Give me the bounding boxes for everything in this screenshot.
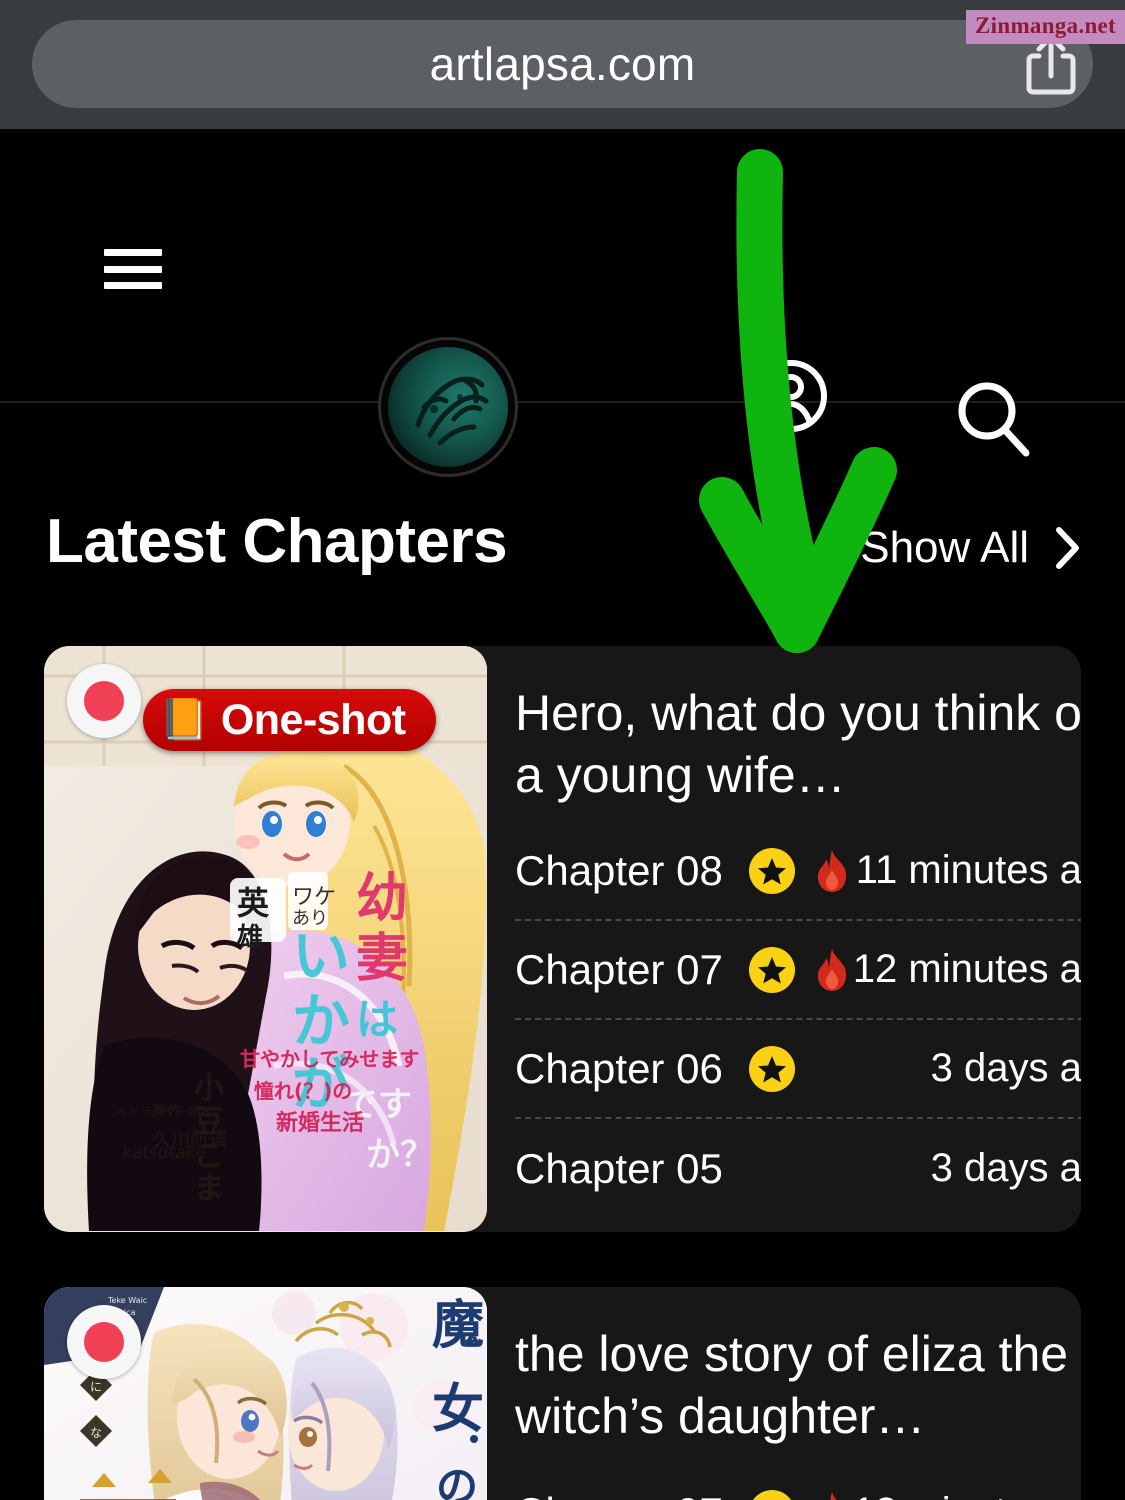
svg-text:幼: 幼 xyxy=(356,869,408,929)
manga-thumbnail[interactable]: 小 豆 こ ま 原作 久川航璃 キャラクター原案 katsutake 幼 妻 は xyxy=(44,646,487,1232)
manga-title[interactable]: the love story of eliza the witch’s daug… xyxy=(515,1323,1081,1447)
chapter-badges xyxy=(748,1045,795,1092)
manga-thumbnail[interactable]: Teke Waic Seanica xyxy=(44,1287,487,1500)
chapter-badges xyxy=(748,946,853,993)
svg-text:妻: 妻 xyxy=(356,929,408,989)
svg-text:憧れ(？)の: 憧れ(？)の xyxy=(254,1079,352,1103)
svg-text:小: 小 xyxy=(194,1071,224,1106)
chapter-row[interactable]: Chapter 07 18 minutes ago xyxy=(515,1463,1081,1500)
svg-text:女: 女 xyxy=(432,1380,484,1440)
chapter-badges xyxy=(748,847,853,894)
svg-text:キャラクター原案: キャラクター原案 xyxy=(116,1104,212,1119)
svg-text:か？: か？ xyxy=(366,1135,434,1175)
hamburger-menu-icon[interactable] xyxy=(104,249,162,289)
chapter-label: Chapter 08 xyxy=(515,846,723,894)
watermark-text: Zinmanga.net xyxy=(975,13,1116,38)
book-icon: 📙 xyxy=(159,698,209,742)
flag-dot xyxy=(84,681,124,721)
chapter-card[interactable]: 小 豆 こ ま 原作 久川航璃 キャラクター原案 katsutake 幼 妻 は xyxy=(44,646,1081,1232)
svg-text:は: は xyxy=(356,995,398,1044)
chevron-right-icon xyxy=(1055,526,1081,570)
svg-text:の: の xyxy=(436,1462,478,1500)
site-header xyxy=(0,129,1125,477)
star-icon xyxy=(748,946,795,993)
hamburger-bar xyxy=(104,265,162,273)
chapter-label: Chapter 07 xyxy=(515,945,723,993)
one-shot-label: One-shot xyxy=(220,695,406,744)
search-icon[interactable] xyxy=(952,377,1036,461)
svg-text:あり: あり xyxy=(292,908,328,929)
svg-text:ワケ: ワケ xyxy=(292,885,336,910)
card-body: Hero, what do you think of a young wife…… xyxy=(487,646,1081,1232)
show-all-label: Show All xyxy=(860,523,1029,572)
chapter-card-list: 小 豆 こ ま 原作 久川航璃 キャラクター原案 katsutake 幼 妻 は xyxy=(0,646,1125,1500)
svg-text:katsutake: katsutake xyxy=(122,1143,206,1163)
chapter-row[interactable]: Chapter 08 11 minutes ago xyxy=(515,822,1081,921)
fire-icon xyxy=(811,1490,853,1500)
account-icon[interactable] xyxy=(752,357,830,435)
address-bar[interactable]: artlapsa.com xyxy=(32,20,1093,108)
svg-text:英: 英 xyxy=(237,884,270,922)
svg-text:に: に xyxy=(90,1380,102,1394)
hamburger-bar xyxy=(104,282,162,289)
page-title: Latest Chapters xyxy=(46,507,508,576)
star-icon xyxy=(748,847,795,894)
japan-flag-badge xyxy=(67,664,141,738)
show-all-link[interactable]: Show All xyxy=(860,523,1081,573)
one-shot-badge: 📙 One-shot xyxy=(143,689,436,751)
chapter-time: 3 days ago xyxy=(930,1146,1081,1190)
chapter-time: 3 days ago xyxy=(930,1046,1081,1090)
app-screen: artlapsa.com Zinmanga.net Latest Chapter… xyxy=(0,0,1125,1500)
card-body: the love story of eliza the witch’s daug… xyxy=(487,1287,1081,1500)
chapter-row[interactable]: Chapter 07 12 minutes ago xyxy=(515,921,1081,1020)
svg-text:な: な xyxy=(90,1426,102,1440)
logo-emblem-icon xyxy=(388,347,508,467)
svg-text:ま: ま xyxy=(194,1171,224,1206)
svg-text:甘やかしてみせます: 甘やかしてみせます xyxy=(240,1047,419,1071)
chapter-time: 18 minutes ago xyxy=(853,1490,1081,1500)
hamburger-bar xyxy=(104,249,162,256)
fire-icon xyxy=(811,947,853,993)
url-text: artlapsa.com xyxy=(429,38,696,90)
chapter-card[interactable]: Teke Waic Seanica xyxy=(44,1287,1081,1500)
chapter-rows: Chapter 07 18 minutes ago xyxy=(515,1463,1081,1500)
svg-text:い: い xyxy=(292,922,350,990)
browser-toolbar: artlapsa.com Zinmanga.net xyxy=(0,0,1125,129)
chapter-rows: Chapter 08 11 minutes ago Chapter xyxy=(515,822,1081,1218)
japan-flag-badge xyxy=(67,1305,141,1379)
flag-dot xyxy=(84,1322,124,1362)
chapter-badges xyxy=(748,1489,853,1500)
chapter-label: Chapter 05 xyxy=(515,1144,723,1192)
site-watermark: Zinmanga.net xyxy=(966,10,1125,44)
section-header: Latest Chapters Show All xyxy=(0,501,1125,646)
svg-text:新婚生活: 新婚生活 xyxy=(276,1110,364,1136)
site-logo[interactable] xyxy=(378,337,518,477)
chapter-row[interactable]: Chapter 05 3 days ago xyxy=(515,1119,1081,1218)
manga-title[interactable]: Hero, what do you think of a young wife… xyxy=(515,682,1081,806)
svg-text:か: か xyxy=(292,987,350,1055)
chapter-row[interactable]: Chapter 06 3 days ago xyxy=(515,1020,1081,1119)
chapter-time: 12 minutes ago xyxy=(852,947,1081,991)
svg-text:Teke Waic: Teke Waic xyxy=(107,1296,147,1305)
svg-text:魔: 魔 xyxy=(432,1296,484,1356)
star-icon xyxy=(748,1489,795,1500)
chapter-label: Chapter 07 xyxy=(515,1489,723,1500)
chapter-label: Chapter 06 xyxy=(515,1044,723,1092)
star-icon xyxy=(748,1045,795,1092)
svg-text:雄: 雄 xyxy=(236,923,263,953)
chapter-time: 11 minutes ago xyxy=(855,848,1081,892)
fire-icon xyxy=(811,848,853,894)
